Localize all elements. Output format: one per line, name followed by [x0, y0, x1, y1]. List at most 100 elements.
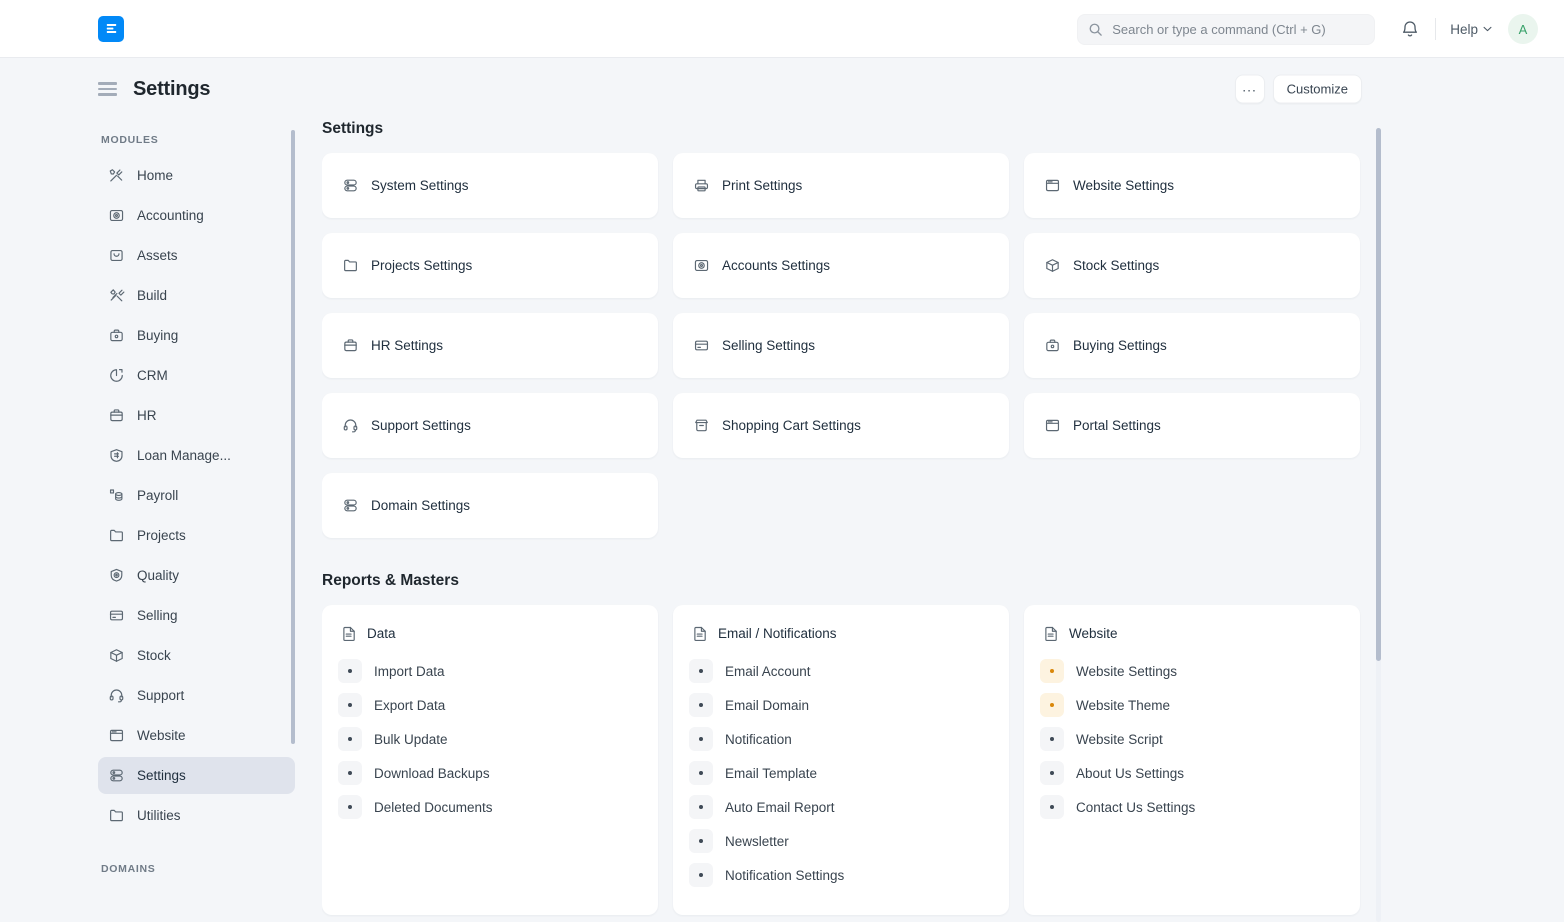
bullet-icon — [338, 795, 362, 819]
report-link-import-data[interactable]: Import Data — [338, 654, 642, 688]
settings-tile-accounts-settings[interactable]: Accounts Settings — [673, 233, 1009, 298]
sidebar-item-utilities[interactable]: Utilities — [98, 797, 295, 834]
report-link-email-domain[interactable]: Email Domain — [689, 688, 993, 722]
report-link-bulk-update[interactable]: Bulk Update — [338, 722, 642, 756]
sidebar-item-build[interactable]: Build — [98, 277, 295, 314]
settings-tile-label: Print Settings — [722, 178, 803, 193]
sidebar-item-label: Payroll — [137, 488, 179, 503]
accounting-icon — [694, 259, 709, 272]
report-link-label: Auto Email Report — [725, 799, 835, 815]
report-link-label: Export Data — [374, 697, 446, 713]
report-link-auto-email-report[interactable]: Auto Email Report — [689, 790, 993, 824]
bullet-icon — [1040, 727, 1064, 751]
report-link-website-script[interactable]: Website Script — [1040, 722, 1344, 756]
report-link-label: Email Account — [725, 663, 811, 679]
settings-tile-domain-settings[interactable]: Domain Settings — [322, 473, 658, 538]
settings-tile-hr-settings[interactable]: HR Settings — [322, 313, 658, 378]
settings-tile-label: Portal Settings — [1073, 418, 1161, 433]
sidebar-item-payroll[interactable]: Payroll — [98, 477, 295, 514]
more-options-button[interactable]: ... — [1234, 74, 1265, 104]
report-card-title: Website — [1069, 626, 1118, 641]
report-link-website-theme[interactable]: Website Theme — [1040, 688, 1344, 722]
report-link-label: Email Domain — [725, 697, 810, 713]
settings-tile-label: Website Settings — [1073, 178, 1175, 193]
bullet-icon — [1040, 693, 1064, 717]
crm-pie-icon — [110, 369, 123, 382]
sidebar-domains-heading: DOMAINS — [101, 863, 156, 875]
report-link-label: Website Settings — [1076, 663, 1178, 679]
sidebar-item-crm[interactable]: CRM — [98, 357, 295, 394]
reports-masters-section: Reports & Masters Data Import Data Expor… — [322, 572, 1381, 915]
report-link-about-us-settings[interactable]: About Us Settings — [1040, 756, 1344, 790]
report-link-label: Newsletter — [725, 833, 789, 849]
accounting-icon — [109, 209, 124, 222]
erpnext-logo-icon[interactable] — [98, 15, 124, 42]
sidebar-item-label: Build — [137, 288, 168, 303]
sidebar-scrollbar-thumb[interactable] — [291, 130, 295, 744]
settings-tile-portal-settings[interactable]: Portal Settings — [1024, 393, 1360, 458]
sidebar-item-assets[interactable]: Assets — [98, 237, 295, 274]
report-link-notification[interactable]: Notification — [689, 722, 993, 756]
avatar[interactable]: A — [1508, 14, 1538, 44]
settings-tile-support-settings[interactable]: Support Settings — [322, 393, 658, 458]
search-input[interactable]: Search or type a command (Ctrl + G) — [1077, 13, 1376, 45]
headset-icon — [343, 419, 358, 433]
sidebar-item-hr[interactable]: HR — [98, 397, 295, 434]
folder-icon — [344, 259, 357, 272]
report-link-website-settings[interactable]: Website Settings — [1040, 654, 1344, 688]
report-link-contact-us-settings[interactable]: Contact Us Settings — [1040, 790, 1344, 824]
sidebar-module-list: Home Accounting Assets Build Buying CRM HR Loan… — [98, 157, 295, 834]
sidebar-item-support[interactable]: Support — [98, 677, 295, 714]
sidebar-item-label: CRM — [137, 368, 168, 383]
settings-tile-selling-settings[interactable]: Selling Settings — [673, 313, 1009, 378]
sidebar-item-home[interactable]: Home — [98, 157, 295, 194]
sidebar-item-quality[interactable]: Quality — [98, 557, 295, 594]
customize-button[interactable]: Customize — [1272, 74, 1362, 104]
settings-tile-projects-settings[interactable]: Projects Settings — [322, 233, 658, 298]
settings-tile-label: Selling Settings — [722, 338, 816, 353]
window-icon — [1045, 179, 1060, 192]
bullet-icon — [1040, 795, 1064, 819]
shopping-cart-icon — [695, 419, 708, 432]
sidebar-item-buying[interactable]: Buying — [98, 317, 295, 354]
report-link-download-backups[interactable]: Download Backups — [338, 756, 642, 790]
settings-tile-system-settings[interactable]: System Settings — [322, 153, 658, 218]
settings-tile-website-settings[interactable]: Website Settings — [1024, 153, 1360, 218]
sidebar-item-label: Accounting — [137, 208, 204, 223]
main-scrollbar-thumb[interactable] — [1376, 128, 1381, 661]
report-link-label: Website Script — [1076, 731, 1163, 747]
report-link-notification-settings[interactable]: Notification Settings — [689, 858, 993, 892]
hamburger-icon[interactable] — [98, 82, 117, 96]
bell-icon[interactable] — [1399, 18, 1421, 40]
report-link-label: Website Theme — [1076, 697, 1171, 713]
settings-tile-buying-settings[interactable]: Buying Settings — [1024, 313, 1360, 378]
report-link-email-template[interactable]: Email Template — [689, 756, 993, 790]
report-link-email-account[interactable]: Email Account — [689, 654, 993, 688]
report-link-label: Import Data — [374, 663, 445, 679]
help-menu[interactable]: Help — [1450, 22, 1492, 37]
avatar-initial: A — [1518, 21, 1528, 37]
sidebar-item-accounting[interactable]: Accounting — [98, 197, 295, 234]
settings-tile-print-settings[interactable]: Print Settings — [673, 153, 1009, 218]
report-link-deleted-documents[interactable]: Deleted Documents — [338, 790, 642, 824]
folder-icon — [110, 809, 123, 822]
report-link-newsletter[interactable]: Newsletter — [689, 824, 993, 858]
page-header-actions: ... Customize — [1234, 74, 1362, 104]
page-header: Settings ... Customize — [0, 58, 1564, 120]
sidebar: MODULES Home Accounting Assets Build Buying C… — [98, 120, 295, 922]
report-card-website: Website Website Settings Website Theme W… — [1024, 605, 1360, 915]
sidebar-item-label: Home — [137, 168, 174, 183]
sidebar-item-projects[interactable]: Projects — [98, 517, 295, 554]
sidebar-item-selling[interactable]: Selling — [98, 597, 295, 634]
sidebar-item-loan-manage[interactable]: Loan Manage... — [98, 437, 295, 474]
sidebar-item-website[interactable]: Website — [98, 717, 295, 754]
sidebar-item-settings[interactable]: Settings — [98, 757, 295, 794]
navbar-right-controls: Search or type a command (Ctrl + G) Help… — [1077, 0, 1538, 58]
main-content: Settings System Settings Print Settings We… — [322, 120, 1381, 922]
quality-shield-icon — [110, 568, 123, 582]
settings-tile-stock-settings[interactable]: Stock Settings — [1024, 233, 1360, 298]
sidebar-item-stock[interactable]: Stock — [98, 637, 295, 674]
report-link-export-data[interactable]: Export Data — [338, 688, 642, 722]
settings-tile-shopping-cart-settings[interactable]: Shopping Cart Settings — [673, 393, 1009, 458]
window-icon — [1045, 419, 1060, 432]
